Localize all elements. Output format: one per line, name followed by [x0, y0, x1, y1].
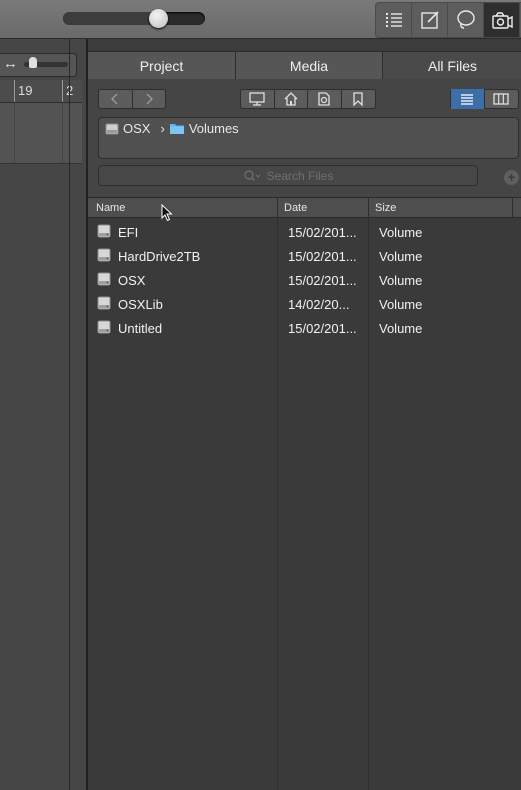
file-row[interactable]: Untitled 15/02/201... Volume [88, 316, 521, 340]
computer-icon [249, 92, 265, 106]
tab-project[interactable]: Project [88, 52, 236, 80]
hard-drive-icon [105, 123, 119, 134]
column-header-size[interactable]: Size [375, 202, 396, 214]
view-toggle-group [375, 2, 521, 38]
location-group [240, 89, 376, 109]
breadcrumb: OSX › Volumes [105, 121, 239, 136]
bookmark-button[interactable] [342, 89, 375, 109]
column-separator[interactable] [512, 198, 513, 217]
column-header-date[interactable]: Date [284, 202, 307, 214]
file-date: 15/02/201... [288, 249, 357, 264]
file-row[interactable]: OSX 15/02/201... Volume [88, 268, 521, 292]
mini-zoom-thumb[interactable] [29, 57, 37, 68]
volume-disk-icon [97, 296, 111, 314]
volume-disk-icon [97, 224, 111, 242]
grid-line [14, 103, 15, 163]
breadcrumb-separator: › [160, 121, 165, 136]
search-icon [243, 169, 261, 181]
file-size: Volume [379, 249, 423, 264]
file-row[interactable]: EFI 15/02/201... Volume [88, 220, 521, 244]
home-icon [284, 92, 298, 106]
zoom-slider-fill [63, 12, 158, 25]
ruler-tick [62, 80, 63, 102]
file-name: Untitled [118, 321, 163, 336]
volume-disk-icon [97, 272, 111, 290]
file-list: EFI 15/02/201... Volume HardDrive2TB 15/02/2… [88, 218, 521, 790]
file-size: Volume [379, 273, 423, 288]
file-size: Volume [379, 297, 423, 312]
breadcrumb-root[interactable]: OSX [123, 121, 150, 136]
plus-icon: + [507, 169, 516, 185]
browser-button[interactable] [484, 3, 520, 37]
computer-button[interactable] [241, 89, 275, 109]
loops-lasso-icon [456, 10, 475, 29]
list-lines-icon [461, 94, 474, 105]
list-view-button[interactable] [451, 89, 485, 109]
file-size: Volume [379, 225, 423, 240]
file-list-header: Name Date Size [88, 197, 521, 218]
folder-icon [169, 124, 184, 134]
file-row[interactable]: OSXLib 14/02/20... Volume [88, 292, 521, 316]
zoom-slider[interactable] [63, 12, 205, 25]
back-button[interactable] [99, 89, 133, 109]
notes-edit-icon [420, 11, 439, 29]
file-date: 15/02/201... [288, 225, 357, 240]
panel-divider[interactable] [69, 39, 70, 790]
project-document-icon [318, 92, 330, 106]
browser-tabs: Project Media All Files [88, 51, 521, 81]
mouse-cursor-icon [161, 204, 173, 222]
search-placeholder: Search Files [266, 168, 334, 183]
view-mode-group [450, 89, 519, 109]
file-name: EFI [118, 225, 139, 240]
chevron-right-icon [146, 93, 153, 105]
column-header-name[interactable]: Name [96, 202, 125, 214]
notepad-button[interactable] [412, 3, 448, 37]
grid-line [62, 103, 63, 163]
path-bar: OSX › Volumes [98, 117, 519, 159]
list-view-icon [385, 13, 402, 27]
column-view-button[interactable] [485, 89, 519, 109]
top-toolbar [0, 0, 521, 39]
volume-disk-icon [97, 248, 111, 266]
ruler-tick [14, 80, 15, 102]
home-button[interactable] [275, 89, 308, 109]
column-separator[interactable] [368, 198, 369, 217]
horizontal-resize-icon: ↔ [3, 55, 18, 72]
search-field[interactable]: Search Files [98, 165, 478, 186]
file-size: Volume [379, 321, 423, 336]
tab-all-files[interactable]: All Files [383, 52, 521, 80]
file-date: 14/02/20... [288, 297, 350, 312]
chevron-left-icon [111, 93, 118, 105]
breadcrumb-current[interactable]: Volumes [189, 121, 239, 136]
project-folder-button[interactable] [308, 89, 342, 109]
tracks-area: ↔ 19 2 [0, 39, 86, 790]
file-name: OSX [118, 273, 146, 288]
file-date: 15/02/201... [288, 321, 357, 336]
column-separator[interactable] [277, 198, 278, 217]
volume-disk-icon [97, 320, 111, 338]
history-nav-group [98, 89, 166, 109]
forward-button[interactable] [133, 89, 166, 109]
bookmark-icon [353, 92, 363, 106]
ruler-bar-number: 19 [18, 83, 33, 98]
loop-browser-button[interactable] [448, 3, 484, 37]
file-name: OSXLib [118, 297, 163, 312]
zoom-slider-thumb[interactable] [148, 9, 168, 28]
file-name: HardDrive2TB [118, 249, 201, 264]
list-editors-button[interactable] [376, 3, 412, 37]
columns-icon [493, 93, 509, 105]
media-browser-icon [491, 12, 513, 29]
file-date: 15/02/201... [288, 273, 357, 288]
horizontal-zoom-control[interactable]: ↔ [0, 53, 77, 77]
tab-media[interactable]: Media [236, 52, 383, 80]
add-button[interactable]: + [504, 170, 519, 185]
file-browser-panel: Project Media All Files OSX › Volumes Se… [86, 39, 521, 790]
file-row[interactable]: HardDrive2TB 15/02/201... Volume [88, 244, 521, 268]
